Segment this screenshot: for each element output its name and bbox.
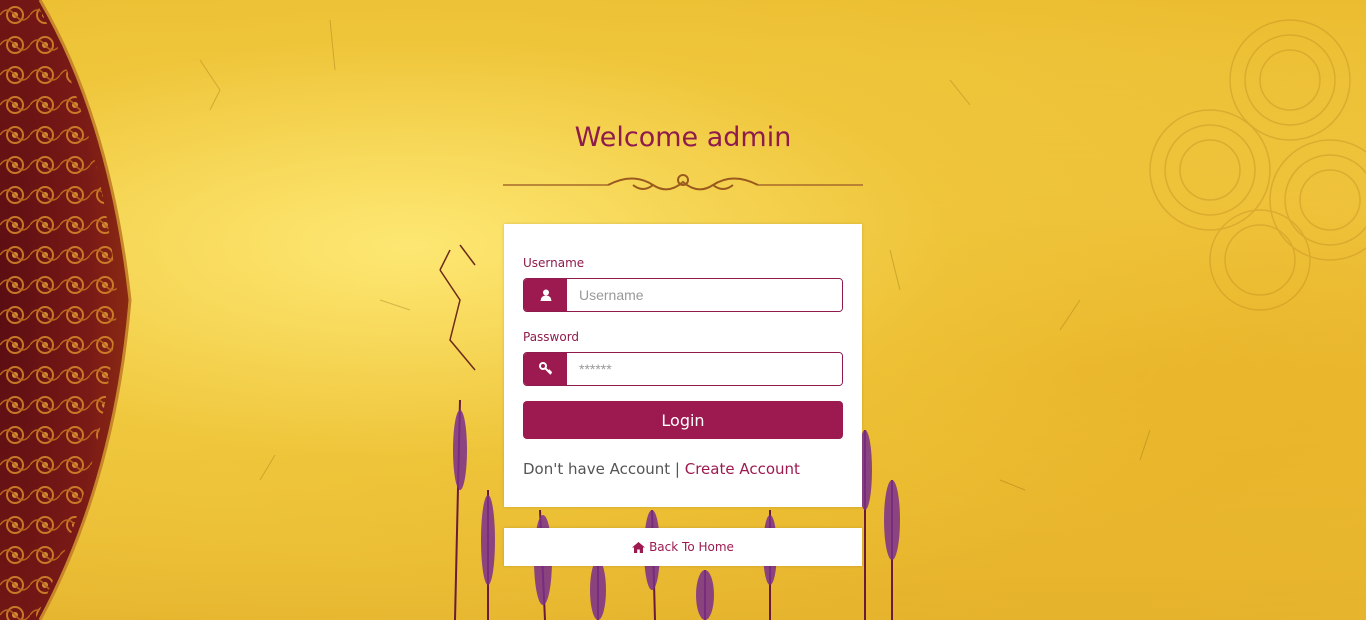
password-label: Password: [523, 330, 580, 344]
back-to-home-label: Back To Home: [649, 540, 734, 554]
username-input[interactable]: [567, 279, 842, 311]
home-icon: [632, 541, 646, 553]
account-prompt: Don't have Account | Create Account: [523, 460, 800, 478]
key-icon: [524, 353, 567, 385]
username-label: Username: [523, 256, 585, 270]
no-account-text: Don't have Account: [523, 460, 671, 478]
password-input[interactable]: [567, 353, 842, 385]
username-input-group: [523, 278, 843, 312]
login-card: Username Password Login Don't have Accou…: [504, 224, 862, 507]
create-account-link[interactable]: Create Account: [685, 460, 800, 478]
separator: |: [670, 460, 685, 478]
page-title: Welcome admin: [574, 122, 792, 153]
login-button[interactable]: Login: [523, 401, 843, 439]
back-to-home-link[interactable]: Back To Home: [504, 528, 862, 566]
password-input-group: [523, 352, 843, 386]
user-icon: [524, 279, 567, 311]
login-page: Welcome admin Username Password Login Do…: [0, 0, 1366, 620]
ornament-divider: [503, 174, 863, 191]
